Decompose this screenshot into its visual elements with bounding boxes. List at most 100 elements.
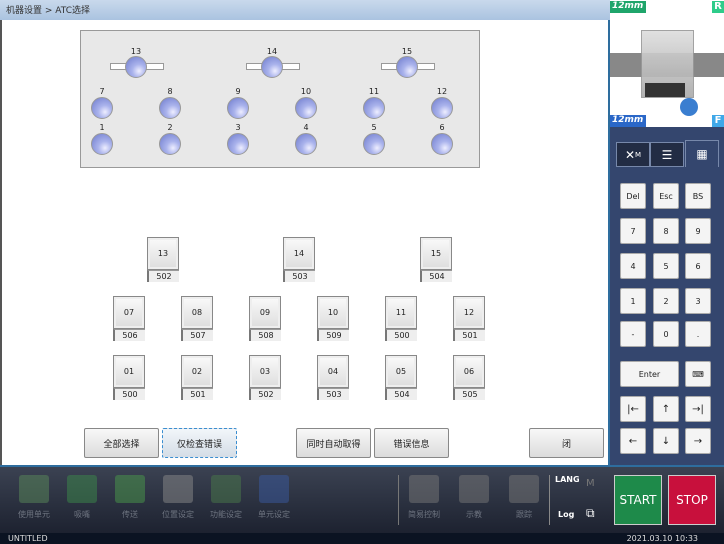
nozzle-icon[interactable] — [363, 97, 385, 119]
nozzle-icon[interactable] — [431, 97, 453, 119]
arrow-key[interactable]: ↓ — [653, 428, 679, 454]
holder-button[interactable]: 10 — [317, 296, 349, 329]
tab-list[interactable]: ☰ — [650, 142, 684, 167]
key-7[interactable]: 7 — [620, 218, 646, 244]
nozzle-number: 5 — [371, 123, 377, 132]
holder-item: 05 504 — [385, 355, 417, 401]
nozzle-icon[interactable] — [159, 133, 181, 155]
holder-value: 507 — [181, 329, 213, 341]
m-label: M — [635, 150, 642, 159]
key-9[interactable]: 9 — [685, 218, 711, 244]
nozzle-station-map: 13 14 15 7 8 9 10 11 12 1 2 3 4 5 6 — [80, 30, 480, 168]
language-button[interactable]: LANG — [555, 475, 580, 484]
holder-value: 502 — [147, 270, 179, 282]
select-all-button[interactable]: 全部选择 — [84, 428, 159, 458]
holder-item: 07 506 — [113, 296, 145, 342]
toolbar-icon — [19, 475, 49, 503]
holder-button[interactable]: 03 — [249, 355, 281, 388]
nozzle-icon[interactable] — [431, 133, 453, 155]
holder-button[interactable]: 13 — [147, 237, 179, 270]
holder-value: 501 — [453, 329, 485, 341]
check-errors-only-button[interactable]: 仅检查错误 — [162, 428, 237, 458]
holder-button[interactable]: 06 — [453, 355, 485, 388]
key-x[interactable]: . — [685, 321, 711, 347]
holder-item: 11 500 — [385, 296, 417, 342]
nozzle-number: 4 — [303, 123, 309, 132]
nozzle-icon[interactable] — [295, 133, 317, 155]
toolbar-button[interactable]: 单元设定 — [244, 475, 304, 520]
error-info-button[interactable]: 错误信息 — [374, 428, 449, 458]
keyboard-icon: ⌨ — [692, 369, 704, 379]
datetime: 2021.03.10 10:33 — [626, 534, 698, 543]
key-4[interactable]: 4 — [620, 253, 646, 279]
key-x[interactable]: - — [620, 321, 646, 347]
key-1[interactable]: 1 — [620, 288, 646, 314]
holder-value: 508 — [249, 329, 281, 341]
toolbar-icon — [259, 475, 289, 503]
nozzle-icon[interactable] — [396, 56, 418, 78]
key-8[interactable]: 8 — [653, 218, 679, 244]
nozzle-number: 12 — [436, 87, 448, 96]
key-0[interactable]: 0 — [653, 321, 679, 347]
nozzle-icon[interactable] — [363, 133, 385, 155]
holder-item: 13 502 — [147, 237, 179, 283]
nozzle-number: 6 — [439, 123, 445, 132]
holder-button[interactable]: 07 — [113, 296, 145, 329]
close-button[interactable]: 闭 — [529, 428, 604, 458]
holder-button[interactable]: 02 — [181, 355, 213, 388]
holder-button[interactable]: 04 — [317, 355, 349, 388]
nozzle-icon[interactable] — [125, 56, 147, 78]
holder-item: 14 503 — [283, 237, 315, 283]
screen-transfer-icon[interactable]: ⧉ — [586, 506, 595, 521]
holder-button[interactable]: 01 — [113, 355, 145, 388]
tab-maintenance[interactable]: ✕ M — [616, 142, 650, 167]
holder-value: 505 — [453, 388, 485, 400]
arrow-key[interactable]: → — [685, 428, 711, 454]
arrow-key[interactable]: |← — [620, 396, 646, 422]
rear-width: 12mm — [610, 1, 646, 13]
holder-button[interactable]: 14 — [283, 237, 315, 270]
enter-key[interactable]: Enter — [620, 361, 679, 387]
log-button[interactable]: Log — [558, 510, 574, 519]
toolbar-icon — [67, 475, 97, 503]
nozzle-icon[interactable] — [295, 97, 317, 119]
nozzle-icon[interactable] — [261, 56, 283, 78]
key-3[interactable]: 3 — [685, 288, 711, 314]
key-BS[interactable]: BS — [685, 183, 711, 209]
nozzle-number: 10 — [300, 87, 312, 96]
toolbar-icon — [115, 475, 145, 503]
stop-button[interactable]: STOP — [668, 475, 716, 525]
arrow-key[interactable]: ↑ — [653, 396, 679, 422]
nozzle-icon[interactable] — [159, 97, 181, 119]
arrow-key[interactable]: ← — [620, 428, 646, 454]
key-5[interactable]: 5 — [653, 253, 679, 279]
keyboard-button[interactable]: ⌨ — [685, 361, 711, 387]
key-2[interactable]: 2 — [653, 288, 679, 314]
holder-button[interactable]: 05 — [385, 355, 417, 388]
key-Del[interactable]: Del — [620, 183, 646, 209]
start-button[interactable]: START — [614, 475, 662, 525]
log-label: Log — [558, 510, 575, 519]
auto-get-button[interactable]: 同时自动取得 — [296, 428, 371, 458]
nozzle-number: 2 — [167, 123, 173, 132]
nozzle-icon[interactable] — [227, 97, 249, 119]
front-width: 12mm — [610, 115, 646, 127]
nozzle-icon[interactable] — [91, 133, 113, 155]
key-Esc[interactable]: Esc — [653, 183, 679, 209]
toolbar-button[interactable]: 跟踪 — [494, 475, 554, 520]
file-name: UNTITLED — [8, 534, 48, 543]
nozzle-icon[interactable] — [91, 97, 113, 119]
holder-button[interactable]: 08 — [181, 296, 213, 329]
arrow-key[interactable]: →| — [685, 396, 711, 422]
front-label: F — [712, 115, 724, 127]
holder-button[interactable]: 11 — [385, 296, 417, 329]
nozzle-number: 11 — [368, 87, 380, 96]
nozzle-icon[interactable] — [227, 133, 249, 155]
holder-button[interactable]: 09 — [249, 296, 281, 329]
tab-keypad[interactable]: ▦ — [685, 140, 719, 167]
holder-item: 04 503 — [317, 355, 349, 401]
key-6[interactable]: 6 — [685, 253, 711, 279]
holder-button[interactable]: 12 — [453, 296, 485, 329]
grid-icon: ▦ — [696, 147, 708, 161]
holder-button[interactable]: 15 — [420, 237, 452, 270]
